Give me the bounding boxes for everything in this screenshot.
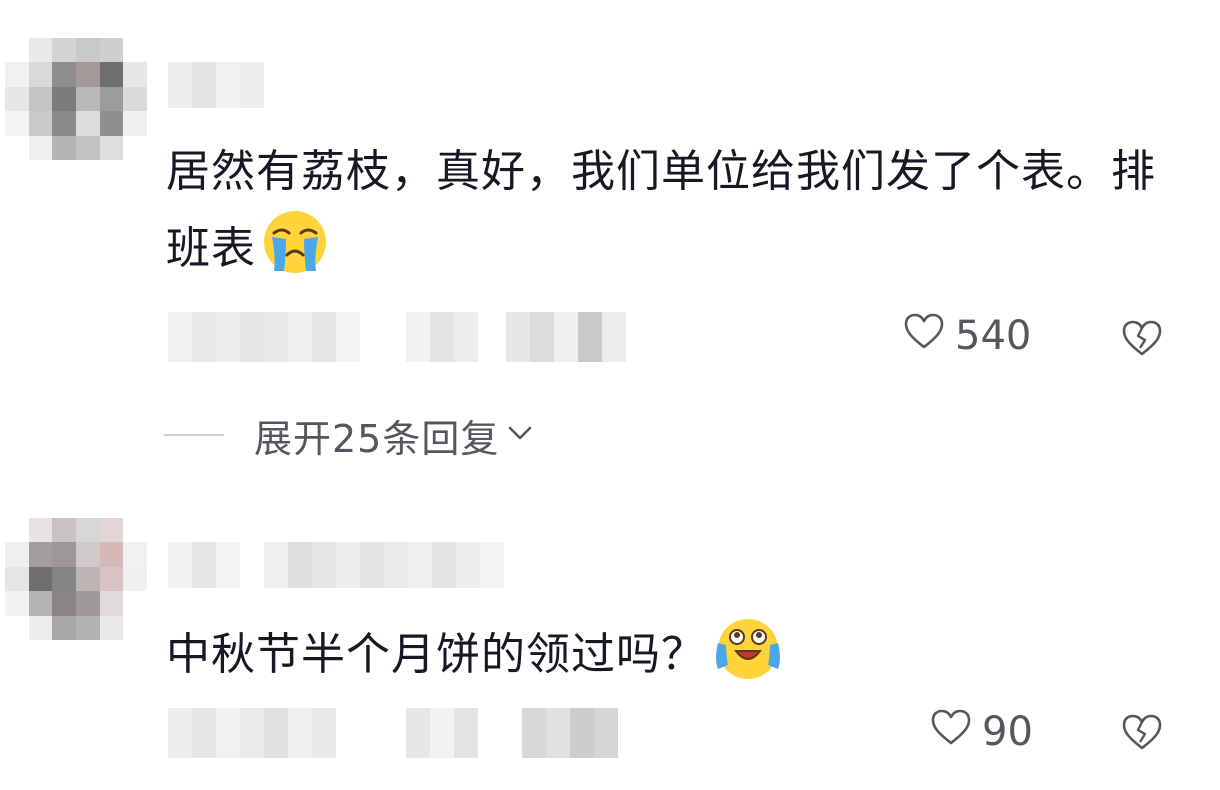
username[interactable] — [168, 62, 264, 108]
broken-heart-icon — [1120, 320, 1164, 362]
like-count: 540 — [955, 313, 1032, 359]
comment-meta — [168, 312, 626, 362]
like-button[interactable]: 90 — [930, 708, 1033, 756]
like-count: 90 — [982, 709, 1033, 755]
expand-replies-label: 展开25条回复 — [254, 416, 500, 461]
comment-text-content: 中秋节半个月饼的领过吗？ — [166, 629, 706, 680]
crying-face-icon — [262, 209, 328, 298]
comment-text: 居然有荔枝，真好，我们单位给我们发了个表。排班表 — [166, 135, 1186, 298]
comment-meta — [168, 708, 618, 758]
dislike-button[interactable] — [1120, 712, 1164, 756]
divider-line — [164, 434, 224, 436]
share-button[interactable] — [522, 708, 618, 758]
comment-time — [168, 312, 264, 362]
like-button[interactable]: 540 — [903, 312, 1031, 360]
heart-icon — [903, 312, 945, 360]
reply-button[interactable] — [406, 708, 478, 758]
expand-replies[interactable]: 展开25条回复 — [164, 410, 533, 461]
broken-heart-icon — [1120, 714, 1164, 756]
avatar[interactable] — [5, 38, 147, 160]
comment-text: 中秋节半个月饼的领过吗？ — [166, 615, 1186, 704]
heart-icon — [930, 708, 972, 756]
username[interactable] — [168, 542, 504, 588]
reply-button[interactable] — [406, 312, 478, 362]
share-button[interactable] — [506, 312, 626, 362]
dislike-button[interactable] — [1120, 318, 1164, 362]
comment-time — [168, 708, 336, 758]
chevron-down-icon — [507, 424, 533, 446]
tearful-laughing-face-icon — [712, 615, 784, 704]
avatar[interactable] — [5, 518, 147, 640]
comment-location — [264, 312, 360, 362]
